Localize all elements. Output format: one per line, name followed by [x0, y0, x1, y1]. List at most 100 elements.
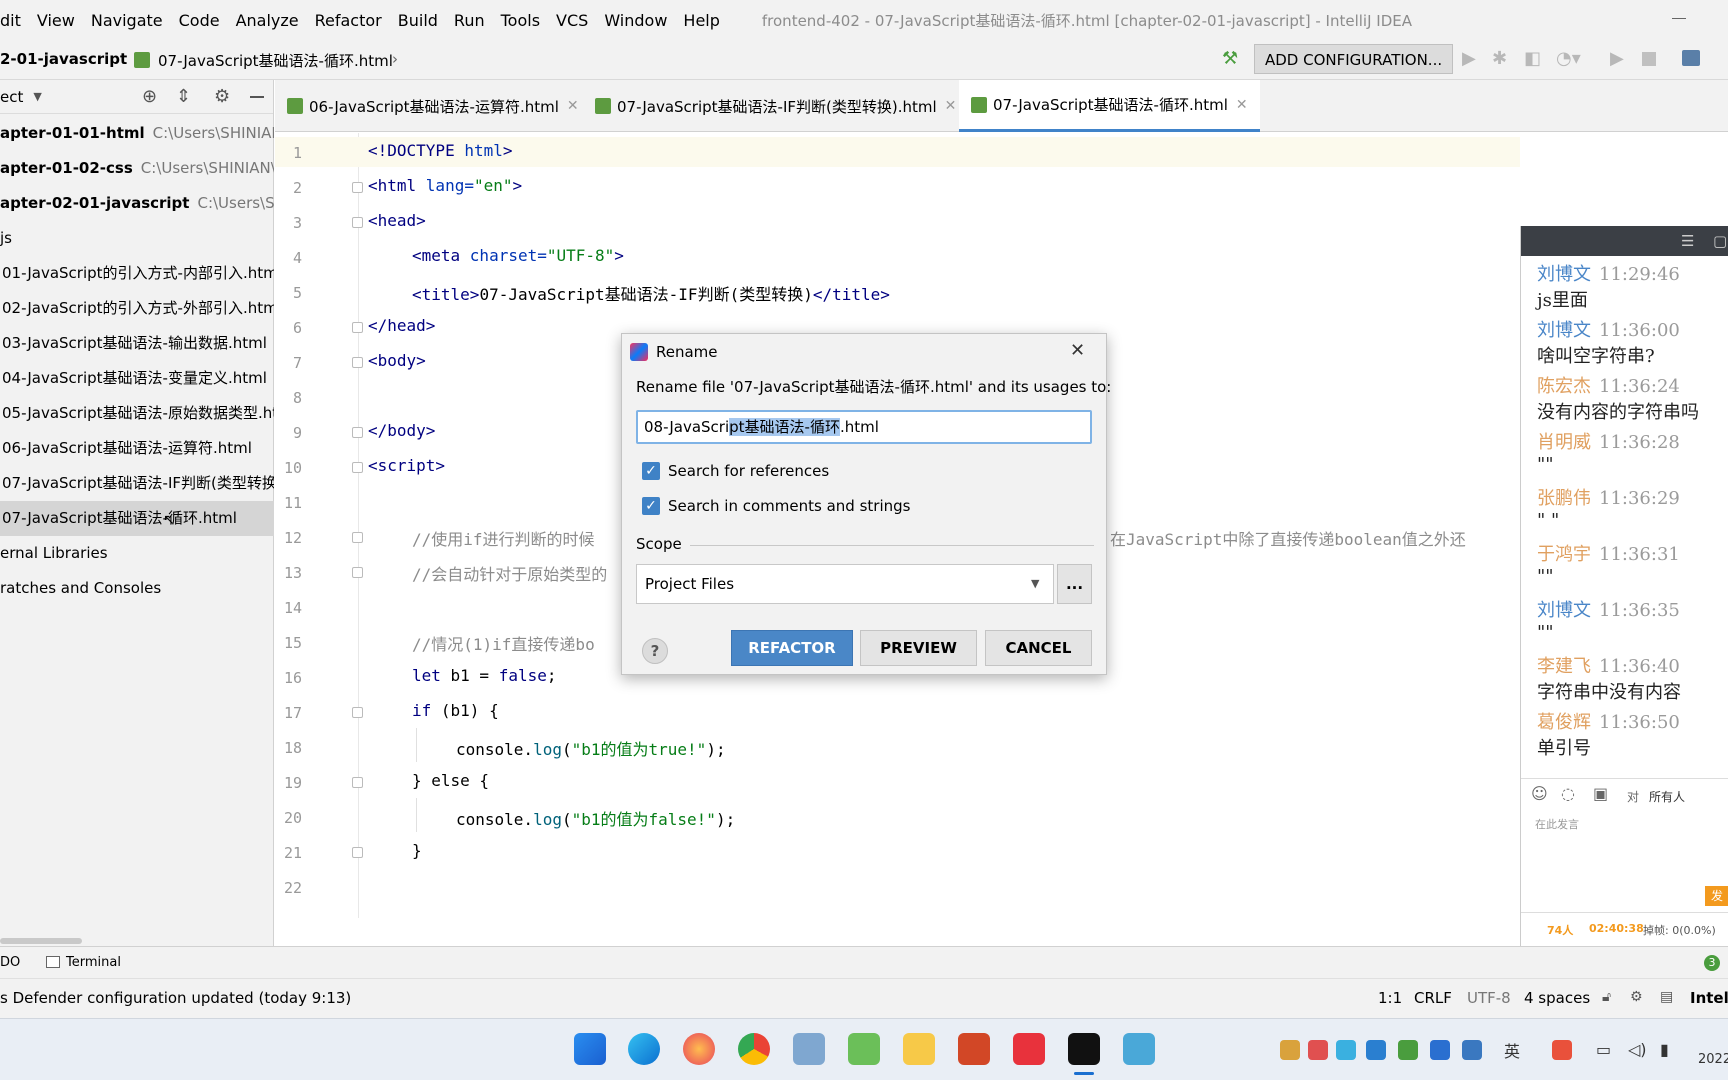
gear-icon[interactable]: ⚙ — [214, 86, 230, 107]
code-line-3[interactable]: <head> — [368, 211, 426, 230]
fold-marker[interactable] — [352, 462, 363, 473]
refactor-button[interactable]: REFACTOR — [731, 630, 853, 666]
windows-start-icon[interactable] — [574, 1033, 606, 1065]
tree-item[interactable]: ratches and Consoles — [0, 571, 274, 606]
tree-item[interactable]: apter-02-01-javascriptC:\Users\SHIN — [0, 186, 274, 221]
close-icon[interactable]: ✕ — [1236, 97, 1248, 113]
battery-icon[interactable]: ▮ — [1660, 1040, 1669, 1059]
app-icon[interactable] — [793, 1033, 825, 1065]
tree-item[interactable]: 05-JavaScript基础语法-原始数据类型.ht — [0, 396, 274, 431]
intellij-icon[interactable] — [1068, 1033, 1100, 1065]
volume-icon[interactable]: ◁) — [1628, 1040, 1647, 1059]
code-line-7[interactable]: <body> — [368, 351, 426, 370]
indent-setting[interactable]: 4 spaces — [1524, 989, 1590, 1007]
debug-icon[interactable]: ✱ — [1492, 48, 1507, 69]
horizontal-scrollbar[interactable] — [0, 938, 82, 944]
ime-indicator[interactable]: 英 — [1504, 1038, 1520, 1062]
code-line-6[interactable]: </head> — [368, 316, 435, 335]
code-line-18[interactable]: console.log("b1的值为true!"); — [456, 736, 726, 760]
wps-icon[interactable] — [1552, 1040, 1572, 1060]
tab-loop[interactable]: 07-JavaScript基础语法-循环.html ✕ — [959, 80, 1260, 132]
tree-item[interactable]: 03-JavaScript基础语法-输出数据.html — [0, 326, 274, 361]
new-name-input[interactable]: 08-JavaScript基础语法-循环.html — [636, 410, 1092, 444]
nvidia-icon[interactable] — [1398, 1040, 1418, 1060]
hide-panel-icon[interactable] — [250, 96, 264, 98]
search-references-checkbox[interactable]: ✓ — [642, 462, 660, 480]
close-icon[interactable]: ✕ — [945, 98, 957, 114]
menu-edit[interactable]: dit — [0, 11, 21, 30]
menu-window[interactable]: Window — [604, 11, 667, 30]
powerpoint-icon[interactable] — [958, 1033, 990, 1065]
tab-if-judgement[interactable]: 07-JavaScript基础语法-IF判断(类型转换).html ✕ — [595, 80, 956, 132]
tree-item[interactable]: 01-JavaScript的引入方式-内部引入.htm — [0, 256, 274, 291]
tree-item[interactable]: apter-01-01-htmlC:\Users\SHINIAN\ — [0, 116, 274, 151]
todo-tab[interactable]: DO — [0, 955, 20, 970]
firefox-icon[interactable] — [683, 1033, 715, 1065]
code-line-9[interactable]: </body> — [368, 421, 435, 440]
git-icon[interactable]: ⚙ — [1630, 989, 1643, 1005]
microphone-icon[interactable] — [1462, 1040, 1482, 1060]
fold-marker[interactable] — [352, 777, 363, 788]
code-line-21[interactable]: } — [412, 841, 422, 860]
fold-marker[interactable] — [352, 217, 363, 228]
audience-select[interactable]: 所有人 — [1649, 788, 1685, 805]
add-configuration-button[interactable]: ADD CONFIGURATION... — [1254, 44, 1454, 74]
collapse-all-icon[interactable]: ⇕ — [176, 86, 191, 107]
xmind-icon[interactable] — [1013, 1033, 1045, 1065]
notepad-icon[interactable] — [848, 1033, 880, 1065]
code-line-4[interactable]: <meta charset="UTF-8"> — [412, 246, 624, 265]
bluetooth-icon[interactable] — [1430, 1040, 1450, 1060]
tray-icon[interactable] — [1336, 1040, 1356, 1060]
minimize-icon[interactable] — [1672, 18, 1686, 19]
help-button[interactable]: ? — [642, 638, 668, 664]
scope-select[interactable]: Project Files ▼ — [636, 564, 1054, 604]
menu-code[interactable]: Code — [179, 11, 220, 30]
fold-marker[interactable] — [352, 322, 363, 333]
scope-more-button[interactable]: ... — [1057, 564, 1092, 604]
chat-input[interactable]: 在此发言 — [1535, 816, 1579, 832]
tray-icon[interactable] — [1280, 1040, 1300, 1060]
send-button[interactable]: 发 — [1705, 886, 1728, 906]
code-line-10[interactable]: <script> — [368, 456, 445, 475]
tree-item[interactable]: js — [0, 221, 274, 256]
line-separator[interactable]: CRLF — [1414, 989, 1452, 1007]
fold-marker[interactable] — [352, 357, 363, 368]
run-icon[interactable]: ▶ — [1462, 48, 1476, 69]
code-line-17[interactable]: if (b1) { — [412, 701, 499, 720]
tree-item[interactable]: ernal Libraries — [0, 536, 274, 571]
menu-run[interactable]: Run — [454, 11, 485, 30]
build-hammer-icon[interactable]: ⚒ — [1222, 48, 1242, 69]
fold-marker[interactable] — [352, 182, 363, 193]
terminal-tab[interactable]: Terminal — [66, 955, 121, 970]
code-line-13[interactable]: //会自动针对于原始类型的 — [412, 561, 607, 585]
menu-view[interactable]: View — [37, 11, 75, 30]
tree-item[interactable]: 02-JavaScript的引入方式-外部引入.htm — [0, 291, 274, 326]
fold-marker[interactable] — [352, 707, 363, 718]
code-line-16[interactable]: let b1 = false; — [412, 666, 557, 685]
bubble-icon[interactable]: ◌ — [1561, 784, 1575, 803]
menu-vcs[interactable]: VCS — [556, 11, 588, 30]
fold-marker[interactable] — [352, 532, 363, 543]
cancel-button[interactable]: CANCEL — [985, 630, 1092, 666]
cloud-app-icon[interactable] — [1123, 1033, 1155, 1065]
tree-item[interactable]: apter-01-02-cssC:\Users\SHINIAN\Id — [0, 151, 274, 186]
tree-item[interactable]: 04-JavaScript基础语法-变量定义.html — [0, 361, 274, 396]
profile-icon[interactable]: ◔▾ — [1556, 48, 1581, 69]
caret-position[interactable]: 1:1 — [1378, 989, 1402, 1007]
chrome-icon[interactable] — [738, 1033, 770, 1065]
menu-build[interactable]: Build — [398, 11, 438, 30]
menu-navigate[interactable]: Navigate — [91, 11, 163, 30]
clock[interactable]: 2022 — [1698, 1052, 1728, 1067]
emoji-icon[interactable]: ☺ — [1531, 784, 1548, 803]
menu-icon[interactable]: ☰ — [1681, 232, 1694, 250]
edge-icon[interactable] — [628, 1033, 660, 1065]
tree-item-selected[interactable]: 07-JavaScript基础语法-循环.html — [0, 501, 274, 536]
code-line-19[interactable]: } else { — [412, 771, 489, 790]
status-message[interactable]: s Defender configuration updated (today … — [0, 989, 351, 1007]
lock-icon[interactable]: 🔓︎ — [1602, 989, 1611, 1005]
code-line-12-tail[interactable]: 在JavaScript中除了直接传递boolean值之外还 — [1110, 526, 1466, 550]
image-icon[interactable]: ▣ — [1593, 784, 1608, 803]
breadcrumb-file[interactable]: 07-JavaScript基础语法-循环.html — [158, 50, 393, 71]
file-encoding[interactable]: UTF-8 — [1467, 989, 1511, 1007]
memory-icon[interactable]: ▤ — [1660, 989, 1673, 1005]
